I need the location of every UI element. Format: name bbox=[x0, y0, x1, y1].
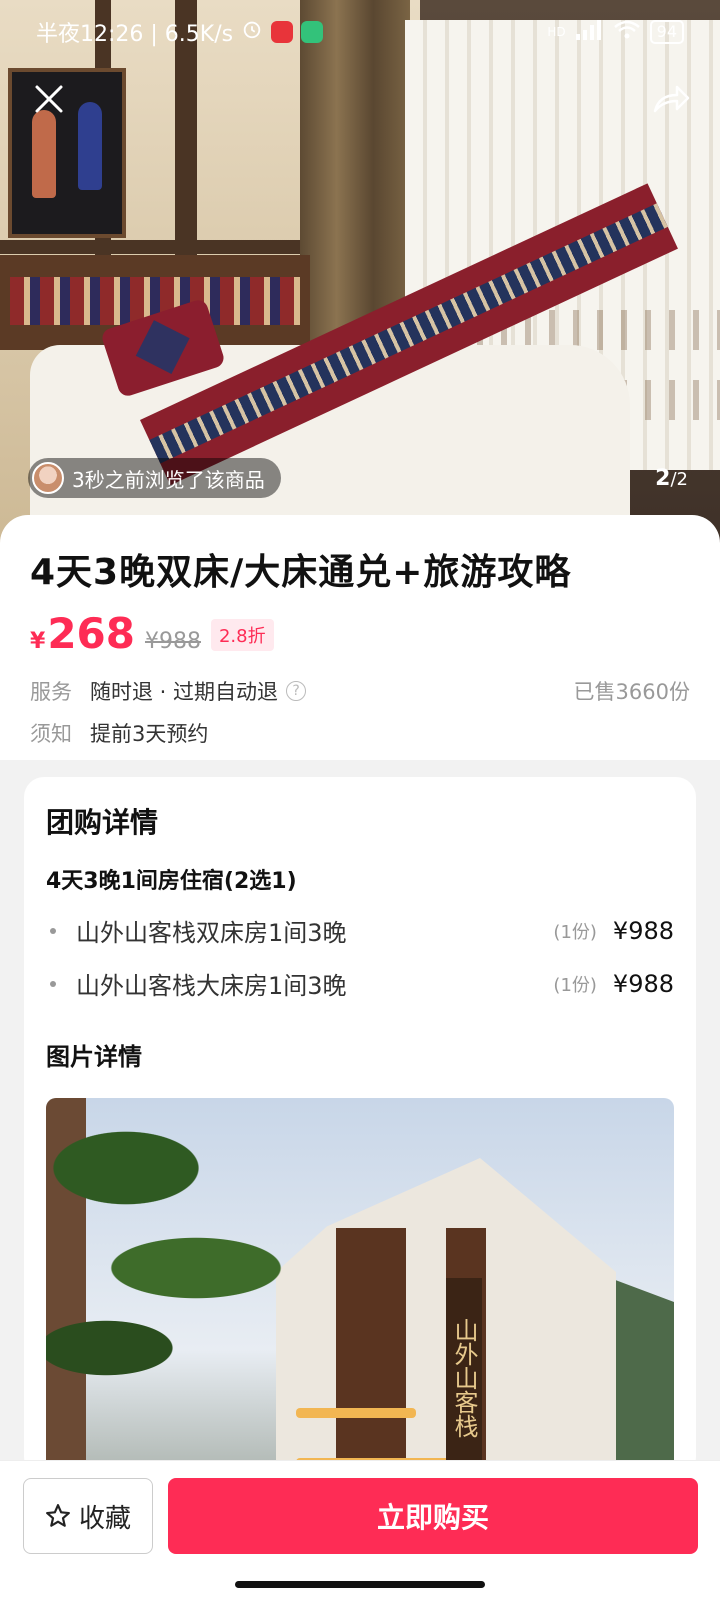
notice-value: 提前3天预约 bbox=[90, 722, 209, 746]
painting-figure bbox=[78, 102, 102, 190]
package-item-qty: (1份) bbox=[553, 974, 597, 996]
price-value: 268 bbox=[47, 609, 135, 658]
wifi-icon bbox=[613, 20, 640, 45]
service-value: 随时退 · 过期自动退 bbox=[90, 680, 279, 704]
image-section-title: 图片详情 bbox=[46, 1043, 142, 1071]
notice-label: 须知 bbox=[30, 722, 72, 746]
discount-badge: 2.8折 bbox=[210, 619, 274, 651]
package-item: 山外山客栈大床房1间3晚 (1份) ¥988 bbox=[46, 966, 674, 1001]
service-row[interactable]: 服务 随时退 · 过期自动退 ? 已售3660份 bbox=[30, 676, 690, 706]
product-title: 4天3晚双床/大床通兑+旅游攻略 bbox=[30, 552, 572, 593]
hero-beam bbox=[0, 240, 300, 254]
viewer-avatar bbox=[32, 462, 64, 494]
share-button[interactable] bbox=[646, 74, 696, 124]
package-item-name: 山外山客栈双床房1间3晚 bbox=[76, 919, 347, 947]
detail-photo[interactable]: 山外山客栈 bbox=[46, 1098, 674, 1477]
sold-count: 已售3660份 bbox=[573, 680, 690, 704]
favorite-label: 收藏 bbox=[78, 1503, 131, 1534]
page-current: 2 bbox=[655, 466, 671, 491]
bullet-icon bbox=[50, 980, 56, 987]
recently-viewed-text: 3秒之前浏览了该商品 bbox=[72, 467, 265, 492]
currency-symbol: ¥ bbox=[30, 629, 46, 654]
price-row: ¥268 ¥988 2.8折 bbox=[30, 609, 690, 658]
status-time: 半夜12:26 | 6.5K/s bbox=[36, 22, 234, 47]
photo-banana-leaves bbox=[46, 1098, 306, 1477]
service-label: 服务 bbox=[30, 680, 72, 704]
group-buy-detail-card: 团购详情 4天3晚1间房住宿(2选1) 山外山客栈双床房1间3晚 (1份) ¥9… bbox=[24, 777, 696, 1477]
image-page-indicator: 2/2 bbox=[655, 466, 688, 491]
share-icon bbox=[653, 85, 690, 113]
package-item-price: ¥988 bbox=[612, 969, 674, 998]
building-wood-column bbox=[336, 1228, 406, 1477]
package-title: 4天3晚1间房住宿(2选1) bbox=[46, 869, 297, 894]
notice-row: 须知 提前3天预约 bbox=[30, 718, 690, 748]
home-indicator[interactable] bbox=[235, 1581, 485, 1588]
close-icon bbox=[35, 85, 63, 113]
favorite-button[interactable]: 收藏 bbox=[23, 1478, 153, 1554]
section-title: 团购详情 bbox=[46, 806, 159, 839]
package-item: 山外山客栈双床房1间3晚 (1份) ¥988 bbox=[46, 913, 674, 948]
alarm-icon bbox=[241, 18, 263, 46]
notification-app-icon bbox=[271, 21, 294, 43]
help-icon[interactable]: ? bbox=[286, 681, 307, 701]
battery-indicator: 94 bbox=[649, 20, 684, 44]
bottom-action-bar: 收藏 立即购买 bbox=[0, 1460, 720, 1600]
hero-image[interactable]: 半夜12:26 | 6.5K/s HD 94 3秒之前浏览了该商品 2/2 bbox=[0, 0, 720, 545]
current-price: ¥268 bbox=[30, 609, 135, 658]
package-item-price: ¥988 bbox=[612, 916, 674, 945]
star-icon bbox=[46, 1504, 70, 1527]
product-info: 4天3晚双床/大床通兑+旅游攻略 ¥268 ¥988 2.8折 服务 随时退 ·… bbox=[0, 515, 720, 760]
original-price: ¥988 bbox=[144, 629, 201, 654]
status-bar: 半夜12:26 | 6.5K/s HD 94 bbox=[0, 0, 720, 64]
inn-sign: 山外山客栈 bbox=[446, 1278, 482, 1477]
package-item-qty: (1份) bbox=[553, 921, 597, 943]
buy-now-button[interactable]: 立即购买 bbox=[168, 1478, 698, 1554]
signal-icon bbox=[575, 19, 604, 45]
bullet-icon bbox=[50, 927, 56, 934]
package-item-name: 山外山客栈大床房1间3晚 bbox=[76, 972, 347, 1000]
network-label: HD bbox=[547, 25, 566, 39]
close-button[interactable] bbox=[24, 74, 74, 124]
page-total: /2 bbox=[670, 469, 688, 490]
building-light bbox=[296, 1408, 416, 1418]
recently-viewed-pill: 3秒之前浏览了该商品 bbox=[28, 458, 281, 498]
notification-app-icon bbox=[301, 21, 324, 43]
